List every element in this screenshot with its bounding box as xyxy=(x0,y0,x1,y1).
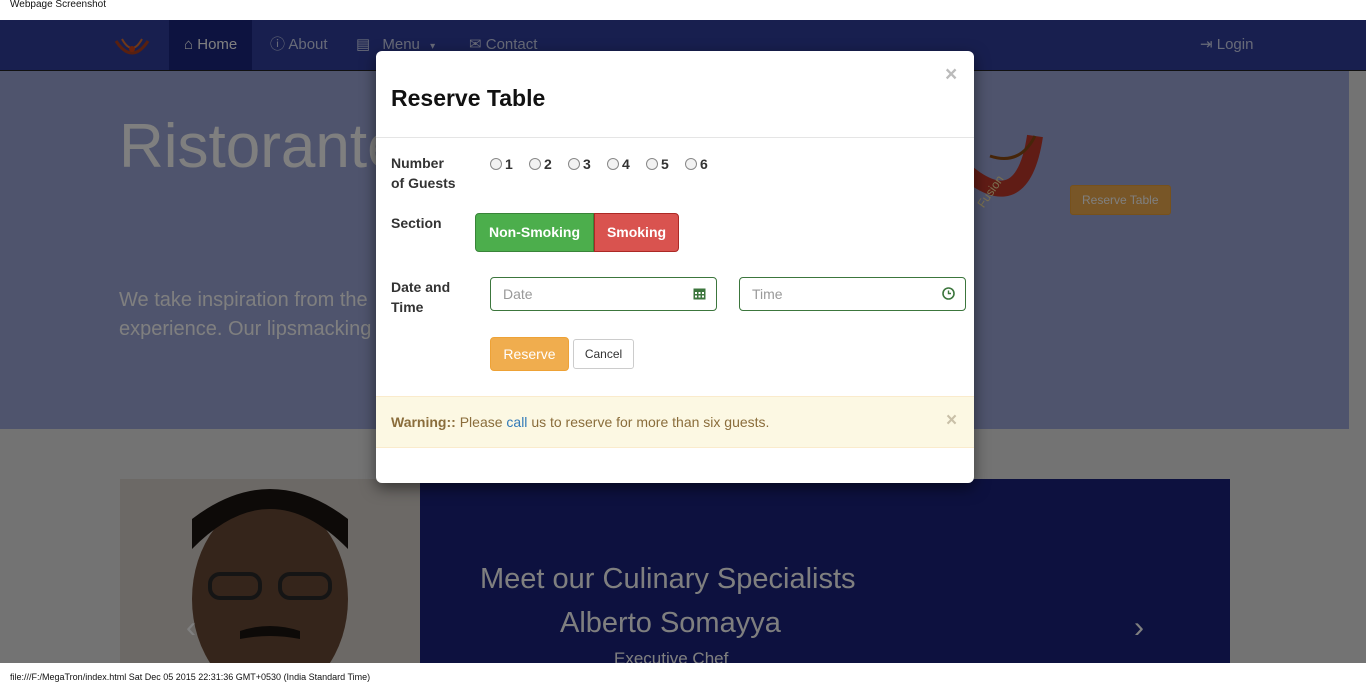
screenshot-footer: file:///F:/MegaTron/index.html Sat Dec 0… xyxy=(10,672,371,682)
reserve-button[interactable]: Reserve xyxy=(490,337,569,371)
alert-text-after: us to reserve for more than six guests. xyxy=(531,414,770,430)
datetime-label-line-2: Time xyxy=(391,299,424,315)
guests-radio-6[interactable]: 6 xyxy=(685,156,708,172)
radio-button[interactable] xyxy=(685,158,697,170)
warning-alert: Warning:: Please call us to reserve for … xyxy=(376,396,974,448)
radio-button[interactable] xyxy=(607,158,619,170)
alert-text-before: Please xyxy=(459,414,503,430)
non-smoking-button[interactable]: Non-Smoking xyxy=(475,213,594,252)
calendar-icon[interactable] xyxy=(693,287,706,300)
guests-option-label: 1 xyxy=(505,156,513,172)
smoking-button[interactable]: Smoking xyxy=(594,213,679,252)
guests-radio-4[interactable]: 4 xyxy=(607,156,630,172)
clock-icon[interactable] xyxy=(942,287,955,300)
section-label: Section xyxy=(391,215,442,231)
guests-label: Number of Guests xyxy=(391,153,456,193)
modal-header: Reserve Table × xyxy=(376,51,974,138)
guests-radio-3[interactable]: 3 xyxy=(568,156,591,172)
guests-option-label: 2 xyxy=(544,156,552,172)
guests-option-label: 4 xyxy=(622,156,630,172)
call-link[interactable]: call xyxy=(506,414,527,430)
radio-button[interactable] xyxy=(646,158,658,170)
date-input[interactable] xyxy=(492,279,683,309)
alert-close-icon[interactable]: × xyxy=(946,410,957,432)
guests-label-line-1: Number xyxy=(391,155,444,171)
date-field xyxy=(490,277,717,311)
page: ⌂ Home ⓘ About ▤ Menu ▾ ✉ Contact ⇥ Logi… xyxy=(0,20,1366,663)
modal-title: Reserve Table xyxy=(391,85,546,111)
alert-strong: Warning:: xyxy=(391,414,456,430)
close-icon[interactable]: × xyxy=(945,63,957,87)
guests-radio-2[interactable]: 2 xyxy=(529,156,552,172)
cancel-button[interactable]: Cancel xyxy=(573,339,634,369)
radio-button[interactable] xyxy=(490,158,502,170)
time-field xyxy=(739,277,966,311)
datetime-label-line-1: Date and xyxy=(391,279,451,295)
time-input[interactable] xyxy=(741,279,932,309)
guests-radio-5[interactable]: 5 xyxy=(646,156,669,172)
radio-button[interactable] xyxy=(529,158,541,170)
screenshot-caption: Webpage Screenshot xyxy=(10,0,106,10)
guests-radio-1[interactable]: 1 xyxy=(490,156,513,172)
guests-label-line-2: of Guests xyxy=(391,175,456,191)
datetime-label: Date and Time xyxy=(391,277,450,317)
guests-option-label: 5 xyxy=(661,156,669,172)
reserve-table-modal: Reserve Table × Number of Guests 1 2 3 4… xyxy=(376,51,974,483)
alert-message: Warning:: Please call us to reserve for … xyxy=(391,414,769,430)
guests-option-label: 6 xyxy=(700,156,708,172)
radio-button[interactable] xyxy=(568,158,580,170)
guests-option-label: 3 xyxy=(583,156,591,172)
